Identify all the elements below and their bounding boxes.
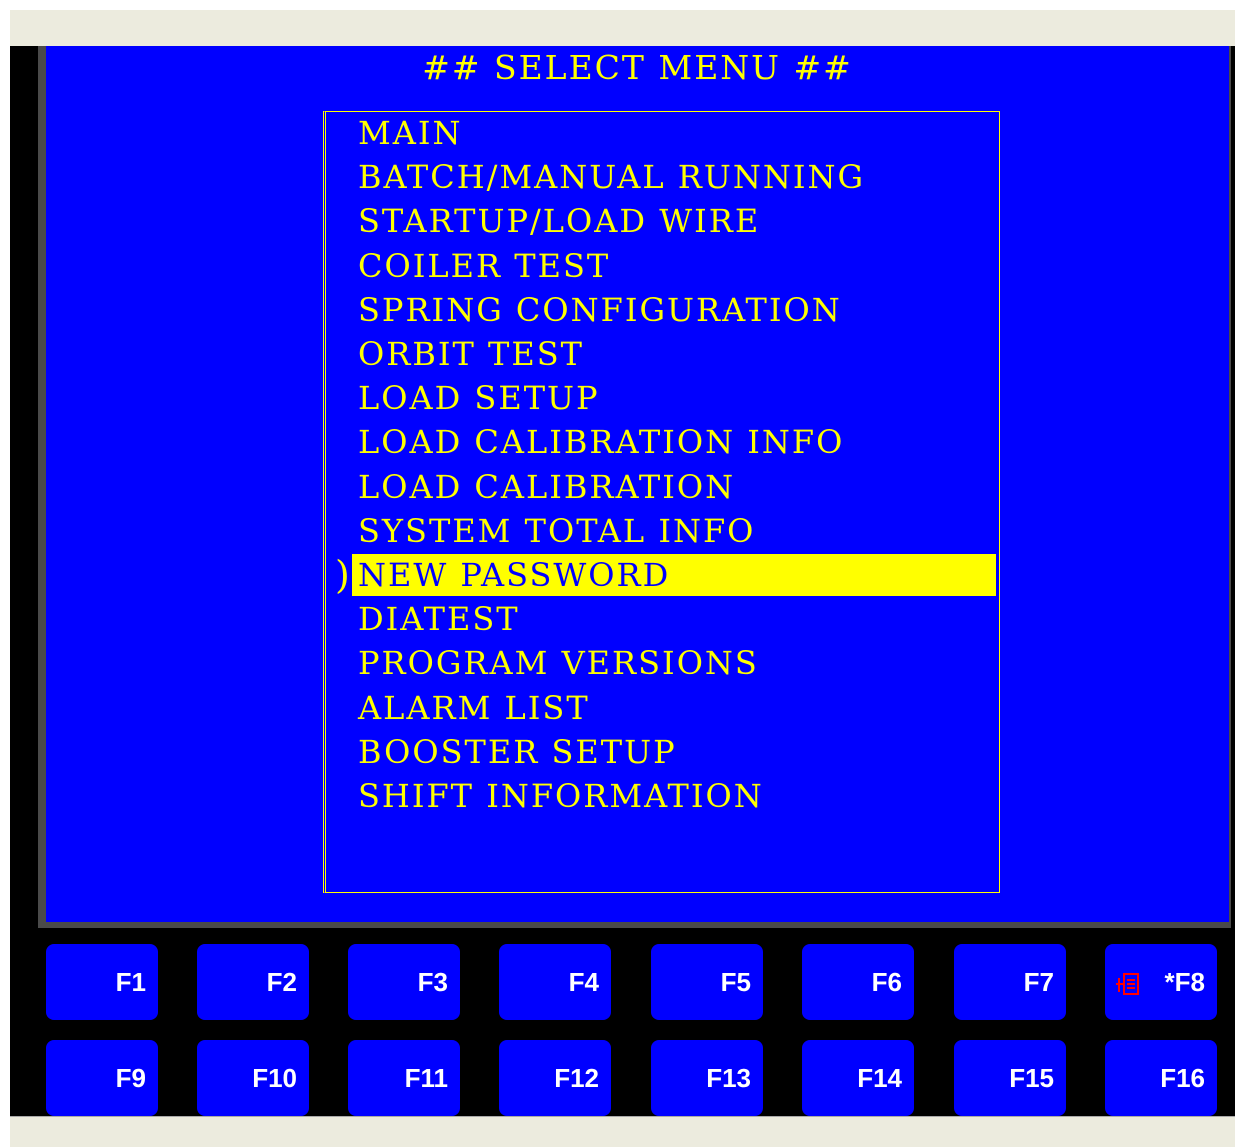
menu-item[interactable]: STARTUP/LOAD WIRE <box>352 200 996 242</box>
menu-item[interactable]: BATCH/MANUAL RUNNING <box>352 156 996 198</box>
function-key-f16[interactable]: F16 <box>1105 1040 1217 1116</box>
function-key-f14[interactable]: F14 <box>802 1040 914 1116</box>
menu-item[interactable]: MAIN <box>352 112 996 154</box>
function-key-f8[interactable]: *F8 <box>1105 944 1217 1020</box>
function-key-label: F13 <box>706 1062 751 1093</box>
window-top-strip <box>10 10 1235 46</box>
function-key-label: F1 <box>115 966 146 997</box>
menu-item[interactable]: LOAD SETUP <box>352 377 996 419</box>
function-key-label: F15 <box>1009 1062 1054 1093</box>
function-key-label: F7 <box>1023 966 1054 997</box>
menu-item[interactable]: SPRING CONFIGURATION <box>352 289 996 331</box>
function-key-label: F9 <box>115 1062 146 1093</box>
function-key-label: F11 <box>404 1062 448 1093</box>
menu-item[interactable]: LOAD CALIBRATION INFO <box>352 421 996 463</box>
document-list-icon <box>1116 973 1139 995</box>
function-key-f7[interactable]: F7 <box>954 944 1066 1020</box>
menu-item[interactable]: NEW PASSWORD <box>352 554 996 596</box>
selection-cursor-marker: ) <box>335 553 350 597</box>
function-key-label: *F8 <box>1164 966 1205 997</box>
function-key-f4[interactable]: F4 <box>499 944 611 1020</box>
menu-item[interactable]: SHIFT INFORMATION <box>352 775 996 817</box>
function-key-label: F6 <box>871 966 902 997</box>
function-key-label: F14 <box>857 1062 902 1093</box>
function-key-f12[interactable]: F12 <box>499 1040 611 1116</box>
menu-item[interactable]: PROGRAM VERSIONS <box>352 642 996 684</box>
menu-item[interactable]: COILER TEST <box>352 245 996 287</box>
function-key-label: F3 <box>417 966 448 997</box>
function-key-label: F2 <box>266 966 297 997</box>
menu-title: ## SELECT MENU ## <box>422 48 853 87</box>
function-key-f6[interactable]: F6 <box>802 944 914 1020</box>
menu-item[interactable]: ALARM LIST <box>352 687 996 729</box>
function-key-f5[interactable]: F5 <box>651 944 763 1020</box>
menu-item[interactable]: SYSTEM TOTAL INFO <box>352 510 996 552</box>
function-key-label: F16 <box>1160 1062 1205 1093</box>
menu-item[interactable]: ORBIT TEST <box>352 333 996 375</box>
function-key-label: F4 <box>568 966 599 997</box>
function-key-label: F5 <box>720 966 751 997</box>
menu-item[interactable]: BOOSTER SETUP <box>352 731 996 773</box>
function-key-f13[interactable]: F13 <box>651 1040 763 1116</box>
function-key-label: F10 <box>252 1062 297 1093</box>
menu-item[interactable]: LOAD CALIBRATION <box>352 466 996 508</box>
function-key-f11[interactable]: F11 <box>348 1040 460 1116</box>
function-key-f15[interactable]: F15 <box>954 1040 1066 1116</box>
function-key-f9[interactable]: F9 <box>46 1040 158 1116</box>
function-key-f1[interactable]: F1 <box>46 944 158 1020</box>
function-key-f2[interactable]: F2 <box>197 944 309 1020</box>
function-key-f3[interactable]: F3 <box>348 944 460 1020</box>
window-bottom-strip <box>10 1117 1235 1147</box>
function-key-label: F12 <box>554 1062 599 1093</box>
menu-item[interactable]: DIATEST <box>352 598 996 640</box>
function-key-f10[interactable]: F10 <box>197 1040 309 1116</box>
select-menu-box: MAIN BATCH/MANUAL RUNNING STARTUP/LOAD WIR… <box>323 111 1000 893</box>
